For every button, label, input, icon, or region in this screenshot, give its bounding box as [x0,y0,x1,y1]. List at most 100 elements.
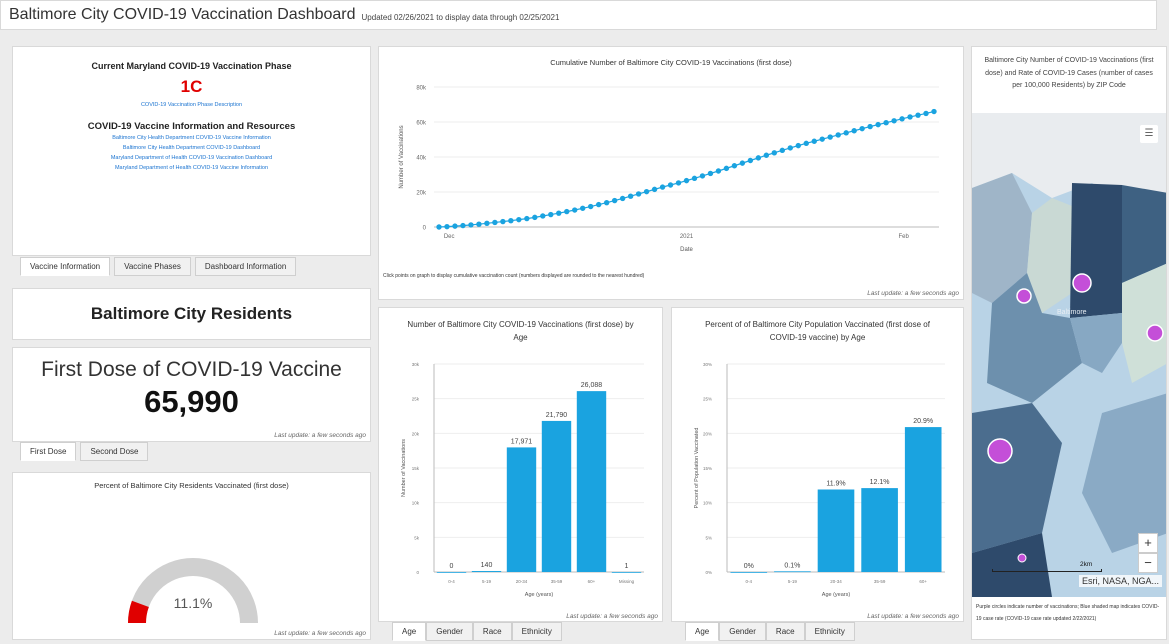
tab-vaccine-information[interactable]: Vaccine Information [20,257,111,276]
zoom-in-button[interactable]: + [1138,533,1158,553]
data-point[interactable] [452,223,458,229]
age-percent-chart[interactable]: 0% 5% 10% 15% 20% 25% 30% Percent of Population… [672,352,963,614]
data-point[interactable] [460,222,466,229]
zip-choropleth-map[interactable] [972,113,1167,597]
data-point[interactable] [731,163,738,169]
data-point[interactable] [643,188,650,195]
data-point[interactable] [524,215,530,222]
tab-second-dose[interactable]: Second Dose [80,442,149,461]
cumulative-chart[interactable]: 0 20k 40k 60k 80k Dec 2021 Feb Date Number of Vac… [379,75,963,275]
bar[interactable] [436,572,467,573]
bar[interactable] [471,571,502,572]
data-point[interactable] [835,132,841,138]
bar[interactable] [506,447,537,572]
tab-dashboard-information[interactable]: Dashboard Information [194,257,297,276]
data-point[interactable] [572,207,578,213]
data-point[interactable] [795,142,801,149]
tab-age-percent[interactable]: Age [685,622,720,641]
data-point[interactable] [659,184,666,190]
tab-race[interactable]: Race [472,622,512,641]
data-point[interactable] [548,211,554,218]
phase-description-link[interactable]: COVID-19 Vaccination Phase Description [13,100,370,110]
bar[interactable] [730,572,768,573]
vaccination-circle[interactable] [1146,324,1164,342]
tab-gender-percent[interactable]: Gender [719,622,766,641]
tab-vaccine-phases[interactable]: Vaccine Phases [114,257,191,276]
data-point[interactable] [635,191,642,197]
data-point[interactable] [699,173,706,179]
data-point[interactable] [875,121,881,128]
bar[interactable] [576,391,607,572]
tab-age[interactable]: Age [392,622,427,641]
data-point[interactable] [771,150,778,156]
data-point[interactable] [691,175,698,182]
data-point[interactable] [755,155,762,161]
data-point[interactable] [556,210,562,216]
data-point[interactable] [667,182,674,188]
zoom-out-button[interactable]: − [1138,553,1158,573]
data-point[interactable] [843,130,849,136]
data-point[interactable] [883,120,889,126]
data-point[interactable] [444,223,450,230]
data-point[interactable] [723,165,730,172]
vaccination-circle[interactable] [1072,273,1092,293]
tab-ethnicity-percent[interactable]: Ethnicity [804,622,855,641]
data-point[interactable] [931,108,937,115]
data-point[interactable] [627,193,634,199]
data-point[interactable] [867,123,873,130]
data-point[interactable] [468,222,474,228]
data-point[interactable] [891,118,897,124]
data-point[interactable] [763,152,770,158]
link-mdh-vaccination-dashboard[interactable]: Maryland Department of Health COVID-19 V… [13,153,370,163]
data-point[interactable] [611,197,618,204]
tab-first-dose[interactable]: First Dose [20,442,77,461]
data-point[interactable] [715,168,722,174]
data-point[interactable] [619,195,626,202]
tab-race-percent[interactable]: Race [765,622,805,641]
bar[interactable] [861,488,898,572]
data-point[interactable] [827,134,833,140]
data-point[interactable] [811,138,817,144]
vaccination-circle[interactable] [1017,553,1027,563]
link-bchd-dashboard[interactable]: Baltimore City Health Department COVID-1… [13,143,370,153]
bar[interactable] [817,489,855,572]
data-point[interactable] [500,218,506,225]
data-point[interactable] [851,128,857,134]
data-point[interactable] [923,110,929,117]
data-point[interactable] [651,186,658,193]
data-point[interactable] [492,219,498,226]
data-point[interactable] [540,213,546,219]
data-point[interactable] [915,112,921,118]
data-point[interactable] [603,199,610,206]
tab-ethnicity[interactable]: Ethnicity [511,622,562,641]
data-point[interactable] [787,145,793,151]
map-attribution[interactable]: Esri, NASA, NGA... [1078,575,1162,587]
link-mdh-vaccine-info[interactable]: Maryland Department of Health COVID-19 V… [13,163,370,173]
data-point[interactable] [476,221,482,227]
data-point[interactable] [859,125,865,132]
data-point[interactable] [739,160,746,166]
data-point[interactable] [508,218,514,224]
data-point[interactable] [595,201,602,208]
data-point[interactable] [803,140,809,147]
data-point[interactable] [907,114,913,120]
data-point[interactable] [516,216,522,223]
vaccination-circle[interactable] [1016,288,1032,304]
data-point[interactable] [564,208,570,215]
vaccination-circle[interactable] [987,438,1013,464]
bar[interactable] [904,427,942,572]
data-point[interactable] [580,205,586,211]
tab-gender[interactable]: Gender [426,622,473,641]
bar[interactable] [541,420,572,572]
map-list-icon[interactable]: ☰ [1140,125,1158,143]
data-point[interactable] [532,214,538,221]
bar[interactable] [611,571,642,573]
data-point[interactable] [587,203,594,210]
bar[interactable] [774,571,811,573]
data-point[interactable] [899,116,905,122]
data-point[interactable] [436,224,442,230]
link-bchd-vaccine-info[interactable]: Baltimore City Health Department COVID-1… [13,133,370,143]
data-point[interactable] [779,147,786,154]
data-point[interactable] [707,170,714,177]
age-count-chart[interactable]: 0 5k 10k 15k 20k 25k 30k Number of Vaccinations… [379,352,662,614]
